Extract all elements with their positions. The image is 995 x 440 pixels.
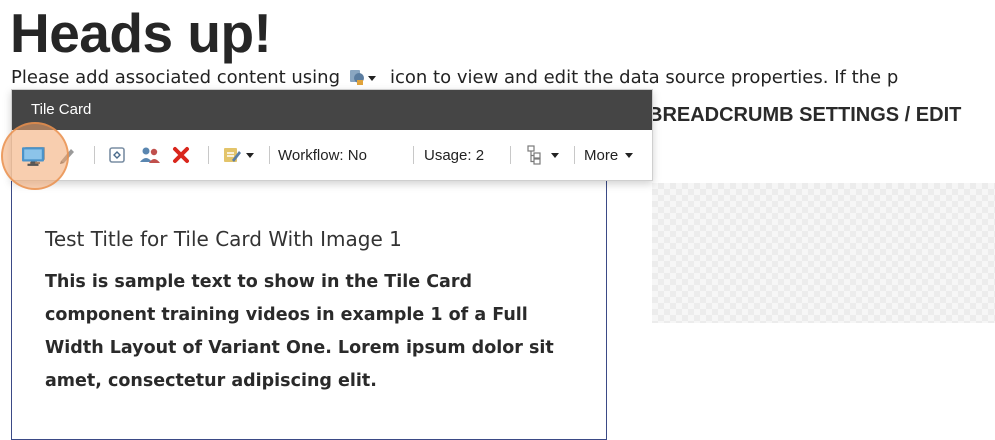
select-datasource-icon[interactable] bbox=[104, 130, 130, 180]
tree-hierarchy-icon[interactable] bbox=[519, 130, 565, 180]
usage-count[interactable]: Usage: 2 bbox=[424, 130, 514, 180]
chevron-down-icon bbox=[246, 152, 254, 158]
popup-title: Tile Card bbox=[12, 90, 652, 130]
datasource-properties-icon bbox=[348, 67, 384, 87]
tile-card-text-line: This is sample text to show in the Tile … bbox=[45, 272, 473, 292]
usage-label: Usage: 2 bbox=[424, 146, 485, 164]
more-menu-button[interactable]: More bbox=[584, 130, 646, 180]
preview-icon-highlighted[interactable] bbox=[20, 145, 46, 172]
tile-card-title: Test Title for Tile Card With Image 1 bbox=[45, 227, 402, 251]
workflow-label: Workflow: No bbox=[278, 146, 367, 164]
breadcrumb-settings-heading: BREADCRUMB SETTINGS / EDIT bbox=[648, 104, 962, 126]
chevron-down-icon bbox=[551, 152, 559, 158]
tile-card-text-line: Width Layout of Variant One. Lorem ipsum… bbox=[45, 338, 554, 358]
tile-card-text-line: component training videos in example 1 o… bbox=[45, 305, 528, 325]
toolbar-separator bbox=[269, 146, 270, 164]
toolbar-separator bbox=[413, 146, 414, 164]
toolbar-separator bbox=[208, 146, 209, 164]
tile-card-text: This is sample text to show in the Tile … bbox=[45, 266, 585, 398]
toolbar-separator bbox=[574, 146, 575, 164]
toolbar-separator bbox=[510, 146, 511, 164]
tile-card-text-line: amet, consectetur adipiscing elit. bbox=[45, 371, 377, 391]
personalize-icon[interactable] bbox=[136, 130, 164, 180]
instruction-text-end: icon to view and edit the data source pr… bbox=[390, 67, 899, 88]
toolbar-separator bbox=[94, 146, 95, 164]
component-toolbar-popup: Tile Card Workflow: No Usage: 2 More bbox=[11, 89, 653, 181]
delete-icon[interactable] bbox=[168, 130, 194, 180]
chevron-down-icon bbox=[625, 152, 634, 158]
toolbar: Workflow: No Usage: 2 More bbox=[12, 130, 652, 180]
instruction-text-start: Please add associated content using bbox=[11, 67, 341, 88]
workflow-status[interactable]: Workflow: No bbox=[278, 130, 388, 180]
instruction-text: Please add associated content using icon … bbox=[11, 66, 898, 90]
image-placeholder bbox=[652, 183, 995, 323]
page-heading: Heads up! bbox=[10, 2, 272, 64]
more-label: More bbox=[584, 146, 619, 164]
edit-properties-icon[interactable] bbox=[218, 130, 258, 180]
